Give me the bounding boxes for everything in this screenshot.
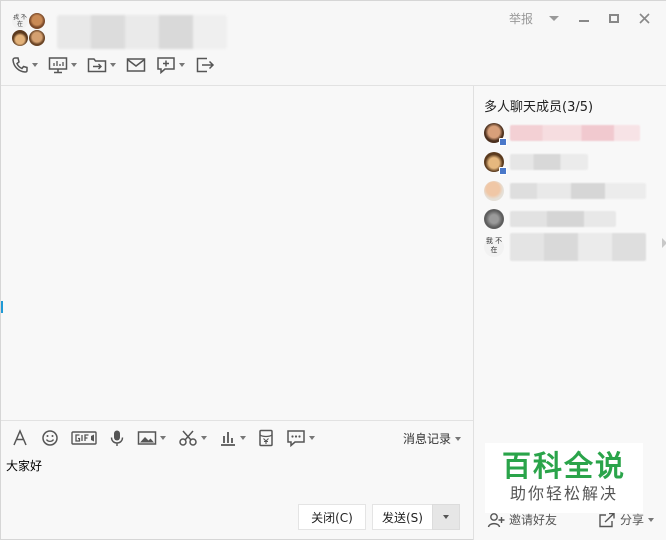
mail-button[interactable] <box>126 56 146 74</box>
member-item[interactable] <box>484 148 664 176</box>
microphone-icon[interactable] <box>109 429 125 447</box>
invite-friends-button[interactable]: 邀请好友 <box>487 511 557 528</box>
message-area[interactable] <box>1 86 473 420</box>
file-transfer-button[interactable] <box>87 56 116 74</box>
watermark-sub-text: 助你轻松解决 <box>509 484 618 503</box>
share-label: 分享 <box>620 513 645 527</box>
member-avatar <box>484 152 507 175</box>
group-name-blurred <box>57 15 227 49</box>
chevron-down-icon <box>549 15 559 21</box>
send-button[interactable]: 发送(S) <box>372 504 432 530</box>
screenshot-button[interactable] <box>178 429 207 447</box>
invite-user-icon <box>487 512 505 527</box>
title-controls: 举报 <box>505 7 657 29</box>
font-icon[interactable] <box>11 429 29 447</box>
member-item[interactable] <box>484 177 664 205</box>
member-name-blurred <box>510 183 646 199</box>
member-item[interactable] <box>484 119 664 147</box>
group-avatar-offline-cell: 我 不在 <box>12 13 28 29</box>
close-button[interactable]: 关闭(C) <box>298 504 366 530</box>
share-icon <box>599 512 615 527</box>
chat-more-icon <box>287 430 305 447</box>
chevron-down-icon <box>201 436 207 440</box>
report-button[interactable]: 举报 <box>505 10 537 27</box>
voice-call-button[interactable] <box>11 56 38 74</box>
input-toolbar: 消息记录 <box>1 420 473 456</box>
chevron-down-icon <box>648 517 655 522</box>
chevron-down-icon <box>309 436 315 440</box>
chat-toolbar <box>11 54 215 76</box>
app-add-button[interactable] <box>156 56 185 74</box>
invite-friends-label: 邀请好友 <box>509 513 558 527</box>
member-name-blurred <box>510 125 640 141</box>
more-chat-tools-button[interactable] <box>286 429 315 447</box>
message-history-label: 消息记录 <box>402 432 451 446</box>
menu-dropdown-button[interactable] <box>541 7 567 29</box>
bar-chart-icon <box>221 432 235 446</box>
chat-header: 我 不在 举报 <box>1 1 666 86</box>
member-item[interactable] <box>484 205 664 233</box>
image-button[interactable] <box>137 429 166 447</box>
gif-icon[interactable] <box>71 429 97 447</box>
maximize-button[interactable] <box>601 7 627 29</box>
poll-button[interactable] <box>219 429 246 447</box>
share-button[interactable]: 分享 <box>598 511 655 528</box>
watermark-logo: 百科全说 助你轻松解决 <box>485 443 643 513</box>
file-transfer-icon <box>87 58 107 73</box>
watermark-main-text: 百科全说 <box>501 449 626 483</box>
app-add-icon <box>157 57 175 74</box>
screen-share-button[interactable] <box>48 56 77 74</box>
close-window-button[interactable] <box>631 7 657 29</box>
scissors-icon <box>179 430 197 446</box>
chevron-down-icon <box>455 436 461 441</box>
group-avatar-cell <box>29 13 45 29</box>
mail-icon <box>126 58 146 72</box>
phone-icon <box>12 57 28 73</box>
message-input-text[interactable]: 大家好 <box>6 457 42 474</box>
minimize-icon <box>579 20 589 22</box>
chevron-down-icon <box>110 63 116 67</box>
online-device-badge <box>499 167 507 175</box>
minimize-button[interactable] <box>571 7 597 29</box>
group-avatar-cell <box>12 30 28 46</box>
chevron-down-icon <box>179 63 185 67</box>
chevron-down-icon <box>32 63 38 67</box>
exit-group-button[interactable] <box>195 56 215 74</box>
member-item[interactable]: 我 不在 <box>484 233 664 261</box>
online-device-badge <box>499 138 507 146</box>
member-name-blurred <box>510 154 588 170</box>
member-avatar <box>484 181 504 201</box>
panel-collapse-arrow-icon[interactable] <box>662 238 666 248</box>
red-packet-icon[interactable] <box>258 429 274 447</box>
chat-window: 我 不在 举报 多人聊天成员(3/5) 我 不在 消息记录 大家好 关闭(C) … <box>0 0 666 540</box>
chevron-down-icon <box>240 436 246 440</box>
exit-icon <box>196 57 215 73</box>
group-avatar[interactable]: 我 不在 <box>12 13 46 47</box>
member-avatar <box>484 123 507 146</box>
emoji-icon[interactable] <box>41 429 59 447</box>
message-input[interactable]: 大家好 <box>1 456 473 501</box>
member-name-blurred <box>510 233 646 261</box>
screen-share-icon <box>48 57 68 74</box>
member-avatar-offline: 我 不在 <box>484 237 504 257</box>
member-avatar <box>484 209 504 229</box>
input-toolbar-icons <box>11 429 315 447</box>
chevron-down-icon <box>71 63 77 67</box>
chevron-down-icon <box>160 436 166 440</box>
member-panel-title: 多人聊天成员(3/5) <box>484 100 594 115</box>
member-name-blurred <box>510 211 616 227</box>
close-icon <box>638 12 650 24</box>
image-icon <box>137 431 157 445</box>
group-avatar-cell <box>29 30 45 46</box>
send-options-button[interactable] <box>432 504 460 530</box>
maximize-icon <box>609 13 619 23</box>
edge-indicator <box>1 301 3 313</box>
chevron-down-icon <box>443 515 449 519</box>
message-history-button[interactable]: 消息记录 <box>403 430 461 447</box>
